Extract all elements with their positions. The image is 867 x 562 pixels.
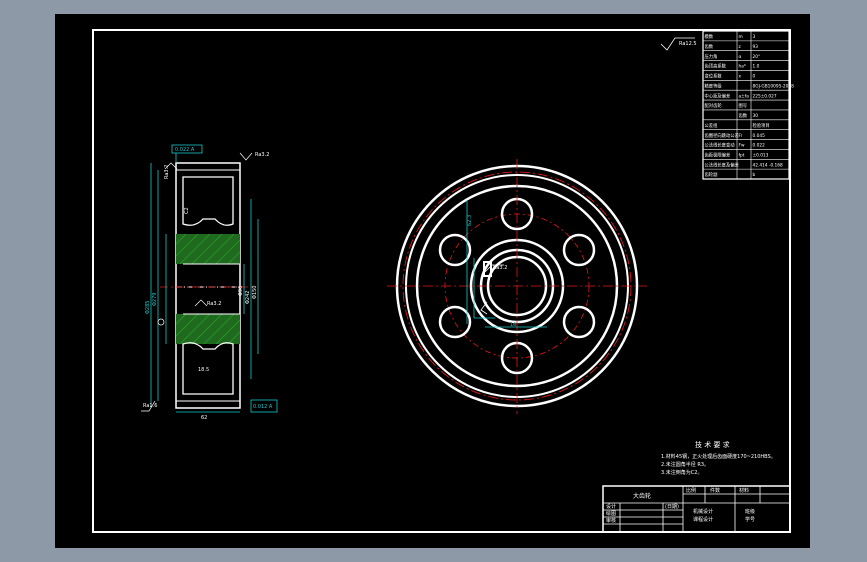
param-sym-cell: Fr — [739, 133, 743, 139]
param-val-cell: 42.414 -0.168 — [753, 162, 784, 168]
tb-class: 班级 — [745, 508, 755, 515]
param-sym-cell: 图号 — [739, 103, 748, 109]
param-val-cell: b — [753, 172, 756, 178]
param-name-cell: 配对齿轮 — [705, 102, 723, 109]
d-out-label: Φ285 — [145, 301, 151, 314]
section-view: 0.022 A 0.012 A Ra3.2 Ra1.6 Ra3.2 Ra3.2 … — [141, 144, 278, 421]
param-name-cell: 齿数 — [705, 43, 714, 50]
param-val-cell: 20° — [753, 54, 761, 60]
tech-req-title: 技 术 要 求 — [695, 440, 730, 449]
param-val-cell: 3 — [753, 34, 756, 40]
key-h-label: 62.3 — [467, 215, 473, 226]
front-view: Ra3.2 62.3 16 — [387, 159, 647, 414]
roughness-text: Ra12.5 — [679, 41, 697, 47]
tb-course-2: 课程设计 — [693, 516, 713, 523]
tech-req-line-2: 2.未注圆角半径 R3。 — [661, 461, 709, 468]
param-val-cell: 8GJ-GB10095-2008 — [753, 83, 795, 89]
rough-a: Ra3.2 — [255, 152, 269, 158]
param-name-cell: 齿顶高系数 — [705, 63, 727, 70]
param-val-cell: ±0.013 — [753, 153, 769, 159]
param-val-cell: 0 — [753, 74, 756, 80]
tech-req-line-3: 3.未注倒角为C2。 — [661, 469, 702, 476]
param-sym-cell: α — [739, 55, 742, 60]
tb-count: 件数 — [710, 487, 720, 494]
params-table: 模数 m 3 齿数 z 93 压力角 α 20° 齿顶高系数 ha* 1.0 变位系数 x 0 精度等级 8GJ… — [702, 30, 795, 180]
hub-d-label: Φ96 — [238, 286, 244, 296]
cad-drawing: 0.022 A 0.012 A Ra3.2 Ra1.6 Ra3.2 Ra3.2 … — [92, 29, 795, 533]
param-name-cell: 变位系数 — [705, 73, 723, 80]
tb-material: 材料 — [739, 487, 749, 494]
param-sym-cell: a±fa — [739, 93, 750, 99]
tech-requirements: 技 术 要 求 1.材料45钢，正火处理后齿面硬度170~210HBS。 2.未… — [661, 440, 776, 476]
roughness-symbol: Ra12.5 — [660, 37, 697, 51]
param-sym-cell: Fw — [739, 143, 745, 149]
param-name-cell: 精度等级 — [705, 82, 723, 89]
param-val-cell: 93 — [753, 44, 759, 50]
key-w-label: 16 — [510, 322, 516, 328]
param-name-cell: 齿轮副 — [705, 171, 718, 178]
param-name-cell: 齿距极限偏差 — [705, 152, 731, 159]
hole-d-label: Φ150 — [252, 286, 258, 299]
param-name-cell: 公差组 — [705, 122, 719, 129]
hatch-lower — [176, 314, 240, 344]
tb-no: 学号 — [745, 516, 755, 523]
tb-date: (日期) — [665, 504, 679, 510]
param-val-cell: 225±0.027 — [753, 93, 777, 99]
param-name-cell: 压力角 — [705, 53, 718, 60]
rough-b: Ra1.6 — [143, 403, 157, 409]
param-name-cell: 齿圈径向跳动公差 — [705, 132, 740, 139]
param-val-cell: 1.0 — [753, 64, 760, 70]
len-a-label: 18.5 — [198, 367, 209, 373]
hole-6 — [438, 233, 472, 267]
drawing-sheet: 0.022 A 0.012 A Ra3.2 Ra1.6 Ra3.2 Ra3.2 … — [55, 14, 810, 548]
tb-design: 设计 — [606, 503, 616, 510]
param-sym-cell: 齿数 — [739, 112, 748, 119]
param-sym-cell: m — [739, 35, 743, 40]
tol-top-label: 0.022 A — [175, 147, 195, 153]
part-name: 大齿轮 — [633, 492, 651, 500]
param-sym-cell: ha* — [739, 64, 747, 70]
param-name-cell: 模数 — [705, 33, 714, 40]
param-val-cell: 检验项目 — [753, 122, 770, 129]
param-name-cell: 公法线长度变动 — [705, 142, 736, 149]
d-pitch-label: Φ279 — [152, 293, 158, 306]
chamfer-label: C2 — [184, 207, 190, 214]
param-val-cell: 30 — [753, 113, 759, 119]
face-width-label: 62 — [201, 415, 207, 421]
rim-d-label: Φ242 — [245, 291, 251, 304]
param-name-cell: 中心距及偏差 — [705, 92, 731, 99]
tb-course-1: 机械设计 — [693, 508, 713, 515]
param-sym-cell: x — [739, 75, 742, 80]
title-block: 大齿轮 比例 件数 材料 设计 绘图 审核 (日期) 机械设计 课程设计 班级 … — [602, 485, 791, 533]
param-sym-cell: fpt — [739, 153, 745, 159]
hatch-upper — [176, 234, 240, 264]
hole-2 — [562, 233, 596, 267]
tb-check: 审核 — [606, 517, 616, 524]
param-sym-cell: z — [739, 45, 742, 50]
param-val-cell: 0.045 — [753, 133, 766, 139]
tech-req-line-1: 1.材料45钢，正火处理后齿面硬度170~210HBS。 — [661, 453, 776, 460]
param-name-cell: 公法线长度及偏差 — [705, 161, 740, 168]
rough-d: Ra3.2 — [207, 301, 221, 307]
param-val-cell: 0.022 — [753, 143, 766, 149]
rough-bore: Ra3.2 — [493, 265, 507, 271]
tb-scale: 比例 — [686, 487, 696, 494]
tb-draw: 绘图 — [606, 510, 616, 517]
rough-c: Ra3.2 — [164, 165, 170, 179]
tol-bot-label: 0.012 A — [253, 404, 273, 410]
